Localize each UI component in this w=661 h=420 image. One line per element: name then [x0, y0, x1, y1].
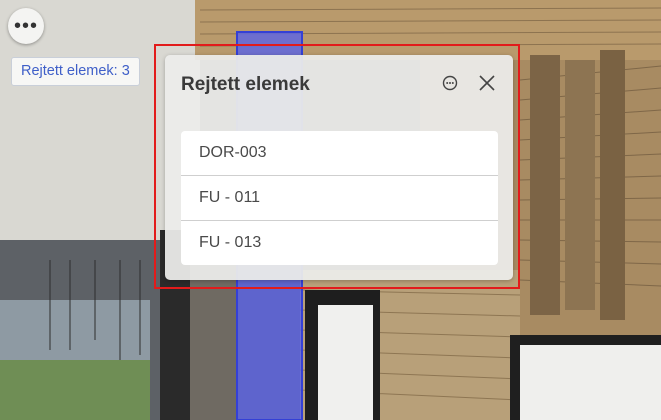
hidden-elements-panel: Rejtett elemek DOR-003 FU - 011 FU - 013 — [165, 55, 513, 280]
list-item[interactable]: DOR-003 — [181, 131, 498, 176]
list-item[interactable]: FU - 011 — [181, 176, 498, 221]
more-options-icon — [442, 75, 458, 91]
more-menu-button[interactable]: ••• — [8, 8, 44, 44]
hidden-elements-badge[interactable]: Rejtett elemek: 3 — [11, 57, 140, 86]
list-item[interactable]: FU - 013 — [181, 221, 498, 265]
close-icon — [479, 75, 495, 91]
more-horizontal-icon: ••• — [13, 15, 38, 37]
hidden-elements-list: DOR-003 FU - 011 FU - 013 — [181, 131, 498, 265]
panel-title: Rejtett elemek — [181, 74, 310, 95]
more-options-button[interactable] — [441, 74, 459, 92]
close-button[interactable] — [476, 72, 498, 94]
